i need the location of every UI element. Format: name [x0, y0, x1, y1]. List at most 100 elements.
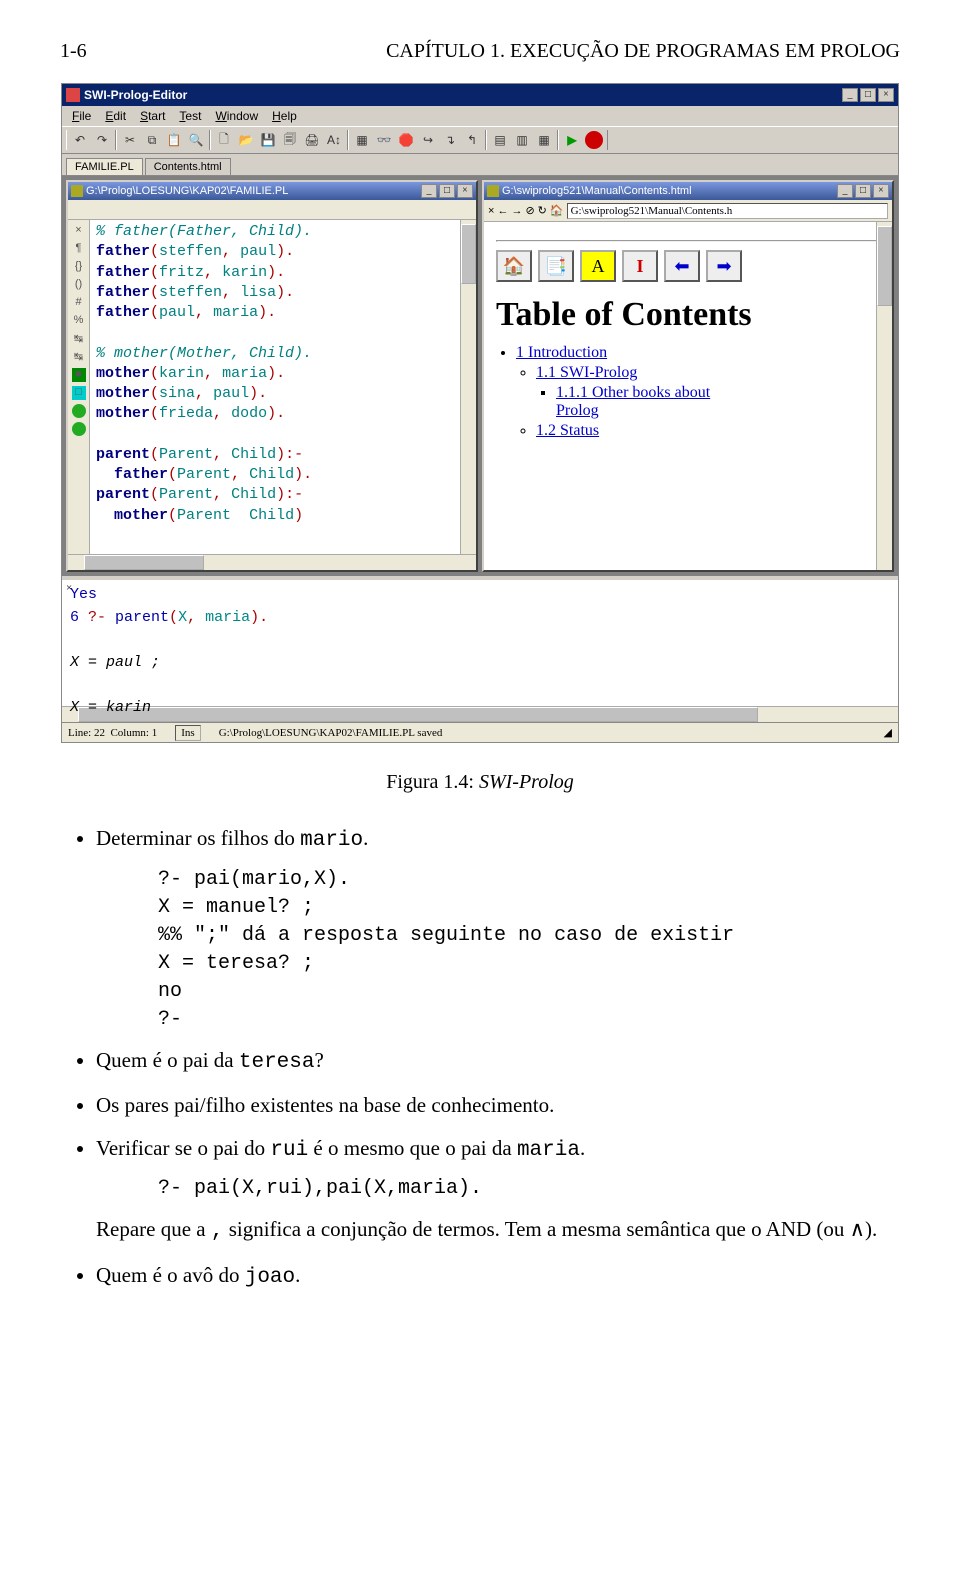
browser-pane: G:\swiprolog521\Manual\Contents.html _ □…	[482, 180, 894, 572]
editor-vscroll[interactable]	[460, 220, 476, 554]
browser-toolbar: × ← → ⊘ ↻ 🏠 G:\swiprolog521\Manual\Conte…	[484, 200, 892, 222]
console-close-icon[interactable]: ×	[66, 582, 72, 594]
list-item: Determinar os filhos do mario. ?- pai(ma…	[96, 822, 900, 1034]
find-icon[interactable]: 🔍	[186, 130, 206, 150]
close-button[interactable]: ×	[878, 88, 894, 102]
maximize-button[interactable]: □	[860, 88, 876, 102]
browser-close-button[interactable]: ×	[873, 184, 889, 198]
record-icon[interactable]	[584, 130, 604, 150]
browser-vscroll[interactable]	[876, 222, 892, 570]
bug-icon[interactable]	[72, 404, 86, 418]
browser-title: G:\swiprolog521\Manual\Contents.html	[502, 185, 692, 197]
copy-icon[interactable]: ⧉	[142, 130, 162, 150]
swi-prolog-editor-window: SWI-Prolog-Editor _ □ × File Edit Start …	[61, 83, 899, 743]
editor-hscroll[interactable]	[68, 554, 476, 570]
browser-refresh-icon[interactable]: ↻	[538, 204, 547, 217]
step-icon[interactable]: ↪	[418, 130, 438, 150]
menu-start[interactable]: Start	[134, 108, 171, 124]
consult-icon[interactable]: ▦	[352, 130, 372, 150]
spy-icon[interactable]: 👓	[374, 130, 394, 150]
file-icon	[71, 185, 83, 197]
toc-link[interactable]: 1 Introduction	[516, 344, 607, 361]
page-header: 1-6 CAPÍTULO 1. EXECUÇÃO DE PROGRAMAS EM…	[60, 40, 900, 63]
open-icon[interactable]: 📂	[236, 130, 256, 150]
step-over-icon[interactable]: ↴	[440, 130, 460, 150]
print-icon[interactable]: 🖨	[302, 130, 322, 150]
toc-link[interactable]: 1.2 Status	[536, 422, 599, 439]
nav-index-icon[interactable]: A	[580, 250, 616, 282]
toc-link[interactable]: 1.1.1 Other books aboutProlog	[556, 384, 710, 419]
menu-test[interactable]: Test	[173, 108, 207, 124]
paste-icon[interactable]: 📋	[164, 130, 184, 150]
menu-window[interactable]: Window	[209, 108, 264, 124]
step-out-icon[interactable]: ↰	[462, 130, 482, 150]
resize-grip-icon[interactable]: ◢	[884, 726, 892, 739]
editor-title: G:\Prolog\LOESUNG\KAP02\FAMILIE.PL	[86, 185, 288, 197]
font-icon[interactable]: A↕	[324, 130, 344, 150]
nav-next-icon[interactable]: ➡	[706, 250, 742, 282]
console-hscroll[interactable]	[62, 706, 898, 722]
editor-close-button[interactable]: ×	[457, 184, 473, 198]
editor-titlebar[interactable]: G:\Prolog\LOESUNG\KAP02\FAMILIE.PL _ □ ×	[68, 182, 476, 200]
browser-titlebar[interactable]: G:\swiprolog521\Manual\Contents.html _ □…	[484, 182, 892, 200]
stop-icon[interactable]: 🛑	[396, 130, 416, 150]
tile-h-icon[interactable]: ▤	[490, 130, 510, 150]
nav-summary-icon[interactable]: I	[622, 250, 658, 282]
menu-help[interactable]: Help	[266, 108, 303, 124]
code-block: ?- pai(X,rui),pai(X,maria).	[158, 1175, 900, 1203]
code-editor[interactable]: % father(Father, Child). father(steffen,…	[90, 220, 476, 554]
figure-caption: Figura 1.4: SWI-Prolog	[60, 771, 900, 794]
window-titlebar[interactable]: SWI-Prolog-Editor _ □ ×	[62, 84, 898, 106]
tab-familie[interactable]: FAMILIE.PL	[66, 158, 143, 175]
undo-icon[interactable]: ↶	[70, 130, 90, 150]
tab-bar: FAMILIE.PL Contents.html	[62, 154, 898, 176]
status-bar: Line: 22 Column: 1 Ins G:\Prolog\LOESUNG…	[62, 722, 898, 742]
editor-pane: G:\Prolog\LOESUNG\KAP02\FAMILIE.PL _ □ ×…	[66, 180, 478, 572]
menu-file[interactable]: File	[66, 108, 97, 124]
browser-back-icon[interactable]: ←	[497, 205, 508, 217]
cut-icon[interactable]: ✂	[120, 130, 140, 150]
nav-home-icon[interactable]: 🏠	[496, 250, 532, 282]
nav-toc-icon[interactable]: 📑	[538, 250, 574, 282]
toolbar: ↶ ↷ ✂ ⧉ 📋 🔍 🗋 📂 💾 🗐 🖨 A↕ ▦ 👓 🛑	[62, 126, 898, 154]
list-item: Os pares pai/filho existentes na base de…	[96, 1089, 900, 1122]
bug-icon[interactable]	[72, 422, 86, 436]
run-icon[interactable]: ▶	[562, 130, 582, 150]
new-icon[interactable]: 🗋	[214, 130, 234, 150]
browser-fwd-icon[interactable]: →	[511, 205, 522, 217]
code-block: ?- pai(mario,X). X = manuel? ; %% ";" dá…	[158, 866, 900, 1034]
save-icon[interactable]: 💾	[258, 130, 278, 150]
window-title: SWI-Prolog-Editor	[84, 88, 187, 102]
app-icon	[66, 88, 80, 102]
chapter-title: CAPÍTULO 1. EXECUÇÃO DE PROGRAMAS EM PRO…	[386, 40, 900, 63]
browser-close-tab-icon[interactable]: ×	[488, 205, 494, 217]
editor-max-button[interactable]: □	[439, 184, 455, 198]
prolog-console[interactable]: × Yes 6 ?- parent(X, maria). X = paul ; …	[62, 576, 898, 706]
browser-min-button[interactable]: _	[837, 184, 853, 198]
list-item: Verificar se o pai do rui é o mesmo que …	[96, 1132, 900, 1249]
redo-icon[interactable]: ↷	[92, 130, 112, 150]
editor-min-button[interactable]: _	[421, 184, 437, 198]
editor-dropdown[interactable]	[68, 200, 476, 220]
address-bar[interactable]: G:\swiprolog521\Manual\Contents.h	[567, 203, 888, 219]
browser-stop-icon[interactable]: ⊘	[525, 204, 534, 217]
menu-edit[interactable]: Edit	[99, 108, 132, 124]
menubar: File Edit Start Test Window Help	[62, 106, 898, 126]
list-item: Quem é o avô do joao.	[96, 1259, 900, 1295]
tile-v-icon[interactable]: ▥	[512, 130, 532, 150]
status-msg: G:\Prolog\LOESUNG\KAP02\FAMILIE.PL saved	[219, 727, 866, 739]
tab-contents[interactable]: Contents.html	[145, 158, 231, 175]
html-icon	[487, 185, 499, 197]
nav-prev-icon[interactable]: ⬅	[664, 250, 700, 282]
status-line: Line: 22 Column: 1	[68, 727, 157, 739]
toc-link[interactable]: 1.1 SWI-Prolog	[536, 364, 637, 381]
browser-max-button[interactable]: □	[855, 184, 871, 198]
browser-home-icon[interactable]: 🏠	[550, 204, 564, 217]
save-all-icon[interactable]: 🗐	[280, 130, 300, 150]
html-viewport[interactable]: 🏠 📑 A I ⬅ ➡ Table of Contents 1 Introduc…	[484, 222, 892, 452]
list-item: Quem é o pai da teresa?	[96, 1044, 900, 1080]
cascade-icon[interactable]: ▦	[534, 130, 554, 150]
minimize-button[interactable]: _	[842, 88, 858, 102]
toc-heading: Table of Contents	[496, 296, 880, 334]
status-ins: Ins	[175, 725, 200, 741]
